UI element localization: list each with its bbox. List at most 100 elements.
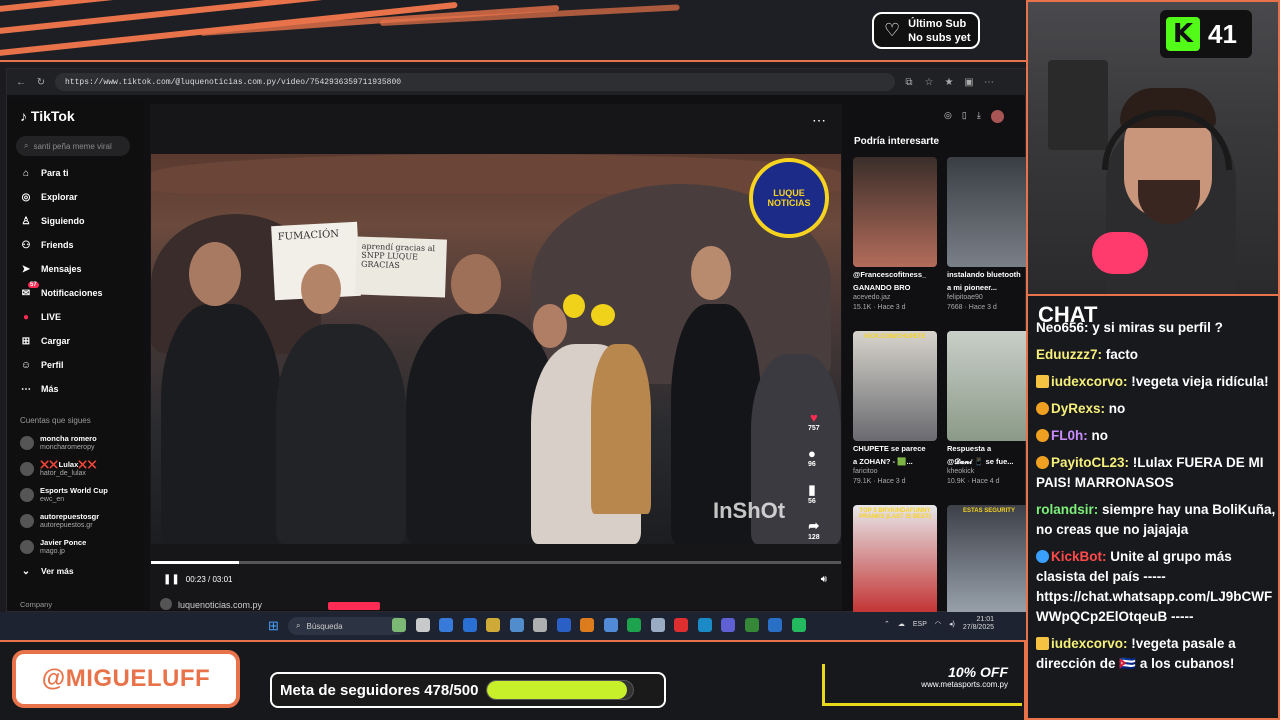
back-icon[interactable]: ←	[15, 76, 27, 88]
avatar[interactable]	[990, 110, 1004, 123]
obs-icon[interactable]	[674, 618, 688, 632]
ad-headline: 10% OFF	[948, 664, 1008, 680]
chrome-icon[interactable]	[580, 618, 594, 632]
file-explorer-icon[interactable]	[486, 618, 500, 632]
company-link[interactable]: Company	[20, 600, 52, 609]
sidebar-item-explorar[interactable]: ◎ Explorar	[20, 188, 78, 206]
video-caption: a ZOHAN? - 🟩...	[853, 457, 913, 466]
sidebar-item-live[interactable]: ● LIVE	[20, 308, 61, 326]
video-thumbnail: KICK.COM/CHUPETE	[853, 331, 937, 441]
phone-icon[interactable]: ▯	[962, 110, 967, 123]
chevron-up-icon[interactable]: ⌃	[884, 620, 890, 628]
download-icon[interactable]: ⤓	[977, 110, 981, 123]
chat-username[interactable]: iudexcorvo	[1051, 374, 1123, 389]
compass-icon[interactable]: ◎	[944, 110, 952, 123]
goal-text: Meta de seguidores 478/500	[280, 681, 479, 699]
chat-username[interactable]: rolandsir	[1036, 502, 1094, 517]
following-item[interactable]: moncha romero moncharomeropy	[20, 434, 97, 452]
sidebar-item-notificaciones[interactable]: ✉ Notificaciones 57	[20, 282, 103, 302]
recommended-video[interactable]: TOP 5 BRYKINDAFUNNY PRANKS (LAST IS BEST…	[853, 505, 937, 615]
following-title: Cuentas que sigues	[20, 416, 91, 425]
clock[interactable]: 21:01 27/8/2025	[963, 616, 994, 632]
calculator-icon[interactable]	[509, 618, 524, 632]
chat-username[interactable]: iudexcorvo	[1051, 636, 1123, 651]
video-author: kheokick	[947, 468, 975, 475]
video-stats: 10.9K · Hace 4 d	[947, 478, 1000, 485]
sidebar-item-perfil[interactable]: ☺ Perfil	[20, 356, 64, 374]
following-item[interactable]: ❌❌Lulax❌❌ hator_de_lulax	[20, 460, 97, 478]
favorites-icon[interactable]: ★	[943, 76, 955, 88]
sidebar-item-siguiendo[interactable]: ♙ Siguiendo	[20, 212, 85, 230]
cloud-icon[interactable]: ☁	[898, 620, 905, 628]
profile-icon: ☺	[20, 359, 32, 371]
chat-username[interactable]: PayitoCL23	[1051, 455, 1125, 470]
speaker-icon[interactable]: ◂)	[949, 620, 955, 628]
collections-icon[interactable]: ▣	[963, 76, 975, 88]
vscode-icon[interactable]	[768, 618, 782, 632]
chevron-down-icon: ⌄	[21, 565, 31, 577]
compass-icon: ◎	[21, 191, 31, 203]
crown-badge-icon	[1036, 637, 1049, 650]
video-frame[interactable]: FUMACIÓN aprendí gracias al SNPP LUQUE G…	[151, 154, 841, 544]
bookmark-action[interactable]: ▮ 56	[808, 482, 816, 505]
search-input[interactable]: ⌕ santi peña meme viral	[16, 136, 130, 156]
follow-button[interactable]	[328, 602, 380, 610]
recommended-video[interactable]: Respuesta a @𝓓𝓪𝓷𝓲 📱 se fue... kheokick 10.9…	[947, 331, 1031, 487]
see-more-link[interactable]: ⌄ Ver más	[20, 562, 74, 580]
windows-start-icon[interactable]: ⊞	[268, 618, 279, 634]
store-icon[interactable]	[533, 618, 547, 632]
following-item[interactable]: Esports World Cup ewc_en	[20, 486, 108, 504]
tiktok-logo[interactable]: ♪ TikTok	[20, 108, 75, 124]
chrome-icon-2[interactable]	[603, 618, 618, 632]
heart-action[interactable]: ♥ 757	[808, 410, 820, 432]
menu-icon[interactable]: ⋯	[983, 76, 995, 88]
recommended-video[interactable]: instalando bluetooth a mi pioneer... felip…	[947, 157, 1031, 313]
chat-username[interactable]: FL0h	[1051, 428, 1083, 443]
comment-icon: ●	[808, 446, 816, 461]
chat-username[interactable]: Neo656	[1036, 320, 1084, 335]
taskbar-search-input[interactable]: ⌕ Búsqueda	[288, 617, 406, 635]
channel-name[interactable]: luquenoticias.com.py	[160, 598, 400, 610]
following-name: ❌❌Lulax❌❌	[40, 460, 97, 469]
pause-icon[interactable]: ❚❚	[163, 574, 180, 585]
spotify-icon[interactable]	[627, 618, 641, 632]
sidebar-item-cargar[interactable]: ⊞ Cargar	[20, 332, 70, 350]
follower-goal: Meta de seguidores 478/500	[270, 672, 666, 708]
video-more-icon[interactable]: ⋯	[812, 112, 826, 129]
sheets-icon[interactable]	[744, 618, 759, 632]
photos-icon[interactable]	[650, 618, 665, 632]
comment-action[interactable]: ● 96	[808, 446, 816, 468]
task-view-icon[interactable]	[415, 618, 430, 632]
chat-username[interactable]: DyRexs	[1051, 401, 1101, 416]
sidebar-item-más[interactable]: ⋯ Más	[20, 380, 59, 398]
sidebar-item-friends[interactable]: ⚇ Friends	[20, 236, 74, 254]
recommended-video[interactable]: KICK.COM/CHUPETE CHUPETE se parece a ZOHAN…	[853, 331, 937, 487]
recommended-video[interactable]: ESTAS SEGURITY	[947, 505, 1031, 615]
discord-icon[interactable]	[721, 618, 735, 632]
lang-indicator[interactable]: ESP	[913, 621, 927, 628]
video-stats: 7668 · Hace 3 d	[947, 304, 997, 311]
edge-icon[interactable]	[462, 618, 477, 632]
sidebar-item-label: Friends	[41, 240, 74, 250]
following-item[interactable]: Javier Ponce mago.jp	[20, 538, 86, 556]
extension-icon[interactable]: ⧉	[903, 76, 915, 88]
following-item[interactable]: autorepuestosgr autorepuestos.gr	[20, 512, 99, 530]
sidebar-item-mensajes[interactable]: ➤ Mensajes	[20, 260, 82, 278]
outlook-icon[interactable]	[556, 618, 571, 632]
whatsapp-icon[interactable]	[791, 618, 806, 632]
widgets-icon[interactable]	[392, 618, 406, 632]
video-progress-bar[interactable]	[151, 561, 841, 564]
chat-username[interactable]: Eduuzzz7	[1036, 347, 1098, 362]
wifi-icon[interactable]: ◠	[935, 620, 941, 628]
sidebar-item-para-ti[interactable]: ⌂ Para ti	[20, 164, 69, 182]
steam-icon[interactable]	[697, 618, 712, 632]
volume-icon[interactable]: 🔊︎	[821, 574, 827, 585]
star-icon[interactable]: ☆	[923, 76, 935, 88]
share-action[interactable]: ➦ 128	[808, 518, 820, 541]
url-field[interactable]: https://www.tiktok.com/@luquenoticias.co…	[55, 73, 895, 91]
last-sub-title: Último Sub	[908, 17, 967, 30]
recommended-video[interactable]: @Francescofitness_ GANANDO BRO acevedo.jaz…	[853, 157, 937, 313]
copilot-icon[interactable]	[439, 618, 453, 632]
reload-icon[interactable]: ↻	[35, 76, 47, 88]
chat-username[interactable]: KickBot	[1051, 549, 1102, 564]
